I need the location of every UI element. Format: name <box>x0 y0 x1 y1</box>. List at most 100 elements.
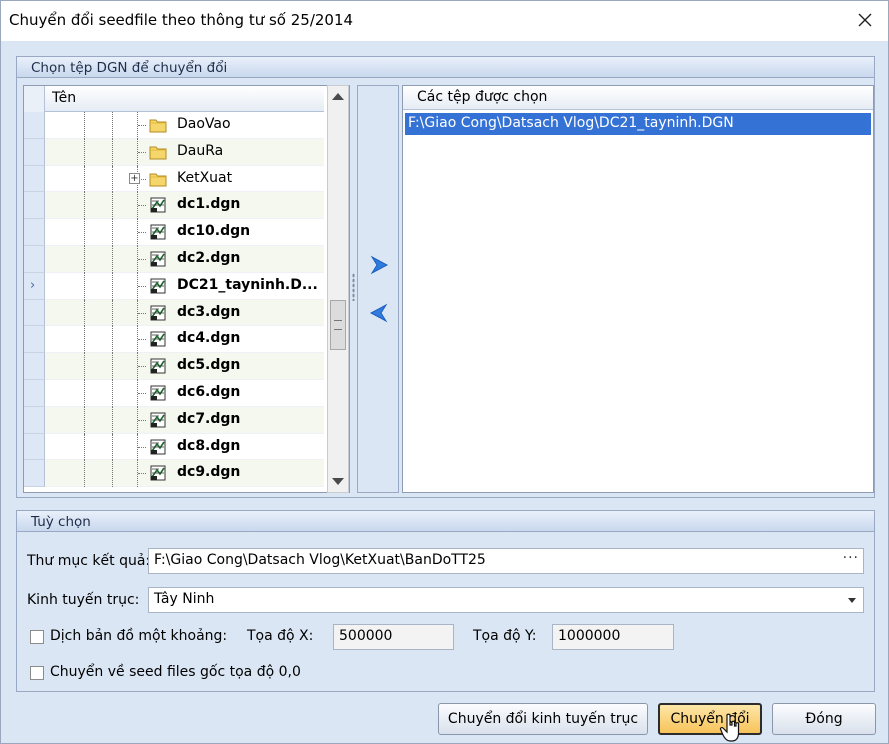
close-window-button[interactable] <box>850 6 880 34</box>
scroll-thumb[interactable] <box>330 300 346 350</box>
row-indicator[interactable] <box>24 219 45 246</box>
dgn-file-icon <box>149 305 167 321</box>
dgn-file-icon <box>149 439 167 455</box>
tree-rows: DaoVao DauRa + KetXuat dc1.dgn dc10.dgn dc2.dg… <box>24 112 324 492</box>
selected-file-item[interactable]: F:\Giao Cong\Datsach Vlog\DC21_tayninh.D… <box>405 113 871 135</box>
tree-row[interactable]: DaoVao <box>24 112 324 139</box>
tree-row[interactable]: dc1.dgn <box>24 192 324 220</box>
tree-column-header[interactable]: Tên <box>24 86 324 112</box>
dgn-file-icon <box>149 331 167 347</box>
shift-map-checkbox[interactable] <box>30 630 44 644</box>
window-title: Chuyển đổi seedfile theo thông tư số 25/… <box>9 11 354 29</box>
meridian-label: Kinh tuyến trục: <box>27 592 140 608</box>
row-indicator[interactable] <box>24 406 45 434</box>
y-coord-label: Tọa độ Y: <box>473 628 537 644</box>
shift-map-label: Dịch bản đồ một khoảng: <box>50 628 228 644</box>
convert-meridian-button[interactable]: Chuyển đổi kinh tuyến trục <box>438 703 648 735</box>
row-indicator[interactable] <box>24 138 45 166</box>
row-indicator[interactable] <box>24 246 45 273</box>
tree-row[interactable]: dc2.dgn <box>24 246 324 273</box>
close-button[interactable]: Đóng <box>772 703 876 735</box>
y-coord-value: 1000000 <box>558 628 621 644</box>
row-indicator[interactable] <box>24 433 45 461</box>
selected-files-list[interactable]: Các tệp được chọn F:\Giao Cong\Datsach V… <box>402 85 874 493</box>
row-indicator[interactable] <box>24 165 45 193</box>
origin-reset-checkbox[interactable] <box>30 666 44 680</box>
expand-plus-icon[interactable]: + <box>129 172 140 184</box>
tree-row[interactable]: › DC21_tayninh.D... <box>24 272 324 300</box>
x-coord-input[interactable]: 500000 <box>333 624 454 650</box>
row-indicator[interactable] <box>24 353 45 380</box>
tree-item-label: dc3.dgn <box>177 303 241 320</box>
row-indicator[interactable] <box>24 380 45 407</box>
tree-item-label: dc10.dgn <box>177 223 251 240</box>
dgn-file-icon <box>149 358 167 374</box>
tree-item-label: dc7.dgn <box>177 410 241 427</box>
tree-item-label: DC21_tayninh.D... <box>177 276 318 293</box>
tree-item-label: dc4.dgn <box>177 330 241 347</box>
folder-icon <box>149 117 167 133</box>
close-icon <box>858 13 872 27</box>
tree-row[interactable]: dc10.dgn <box>24 219 324 246</box>
dgn-file-icon <box>149 412 167 428</box>
output-folder-label: Thư mục kết quả: <box>27 553 151 569</box>
row-indicator[interactable] <box>24 326 45 354</box>
tree-row[interactable]: DauRa <box>24 138 324 166</box>
meridian-value: Tây Ninh <box>154 591 215 607</box>
origin-reset-label: Chuyển về seed files gốc tọa độ 0,0 <box>50 664 301 680</box>
dgn-file-icon <box>149 278 167 294</box>
x-coord-label: Tọa độ X: <box>247 628 314 644</box>
current-row-chevron-icon: › <box>30 277 36 293</box>
tree-row[interactable]: dc7.dgn <box>24 406 324 434</box>
convert-button[interactable]: Chuyển đổi <box>658 703 762 735</box>
tree-row[interactable]: dc8.dgn <box>24 433 324 461</box>
tree-item-label: KetXuat <box>177 169 233 186</box>
chevron-down-icon[interactable] <box>848 598 856 603</box>
dgn-file-icon <box>149 385 167 401</box>
row-indicator[interactable]: › <box>24 272 45 300</box>
title-bar: Chuyển đổi seedfile theo thông tư số 25/… <box>1 1 888 41</box>
remove-file-button[interactable] <box>364 298 394 328</box>
output-folder-value: F:\Giao Cong\Datsach Vlog\KetXuat\BanDoT… <box>154 552 486 568</box>
browse-folder-button[interactable]: ··· <box>843 550 859 566</box>
mouse-cursor-icon <box>719 713 740 742</box>
options-group-header: Tuỳ chọn <box>16 510 875 532</box>
tree-column-name: Tên <box>52 90 77 106</box>
meridian-select[interactable]: Tây Ninh <box>148 587 864 613</box>
x-coord-value: 500000 <box>339 628 393 644</box>
row-indicator[interactable] <box>24 112 45 139</box>
tree-item-label: DaoVao <box>177 116 231 132</box>
folder-icon <box>149 171 167 187</box>
selected-files-header: Các tệp được chọn <box>403 86 873 110</box>
tree-item-label: dc6.dgn <box>177 384 241 400</box>
tree-item-label: dc1.dgn <box>177 196 241 213</box>
tree-scrollbar[interactable] <box>327 85 349 493</box>
row-indicator[interactable] <box>24 192 45 220</box>
transfer-buttons <box>357 85 399 493</box>
dgn-file-icon <box>149 224 167 240</box>
arrow-right-icon <box>370 255 389 275</box>
scroll-down-icon[interactable] <box>332 478 344 485</box>
tree-row[interactable]: dc5.dgn <box>24 353 324 380</box>
y-coord-input[interactable]: 1000000 <box>552 624 674 650</box>
tree-item-label: DauRa <box>177 142 224 159</box>
row-indicator[interactable] <box>24 460 45 488</box>
tree-item-label: dc8.dgn <box>177 437 241 454</box>
splitter-grip[interactable] <box>352 273 355 301</box>
tree-item-label: dc2.dgn <box>177 250 241 266</box>
tree-row[interactable]: + KetXuat <box>24 165 324 193</box>
dialog-window: Chuyển đổi seedfile theo thông tư số 25/… <box>0 0 889 744</box>
dgn-file-icon <box>149 197 167 213</box>
tree-row[interactable]: dc6.dgn <box>24 380 324 407</box>
output-folder-input[interactable]: F:\Giao Cong\Datsach Vlog\KetXuat\BanDoT… <box>148 548 864 574</box>
file-group-header: Chọn tệp DGN để chuyển đổi <box>16 56 875 78</box>
scroll-up-icon[interactable] <box>332 93 344 100</box>
arrow-left-icon <box>369 303 388 323</box>
tree-row[interactable]: dc3.dgn <box>24 299 324 327</box>
tree-row[interactable]: dc4.dgn <box>24 326 324 354</box>
tree-row[interactable]: dc9.dgn <box>24 460 324 488</box>
add-file-button[interactable] <box>364 250 394 280</box>
tree-item-label: dc9.dgn <box>177 464 241 481</box>
file-tree[interactable]: Tên DaoVao DauRa + KetXuat dc1.dgn dc10.dgn dc… <box>23 85 350 493</box>
row-indicator[interactable] <box>24 299 45 327</box>
